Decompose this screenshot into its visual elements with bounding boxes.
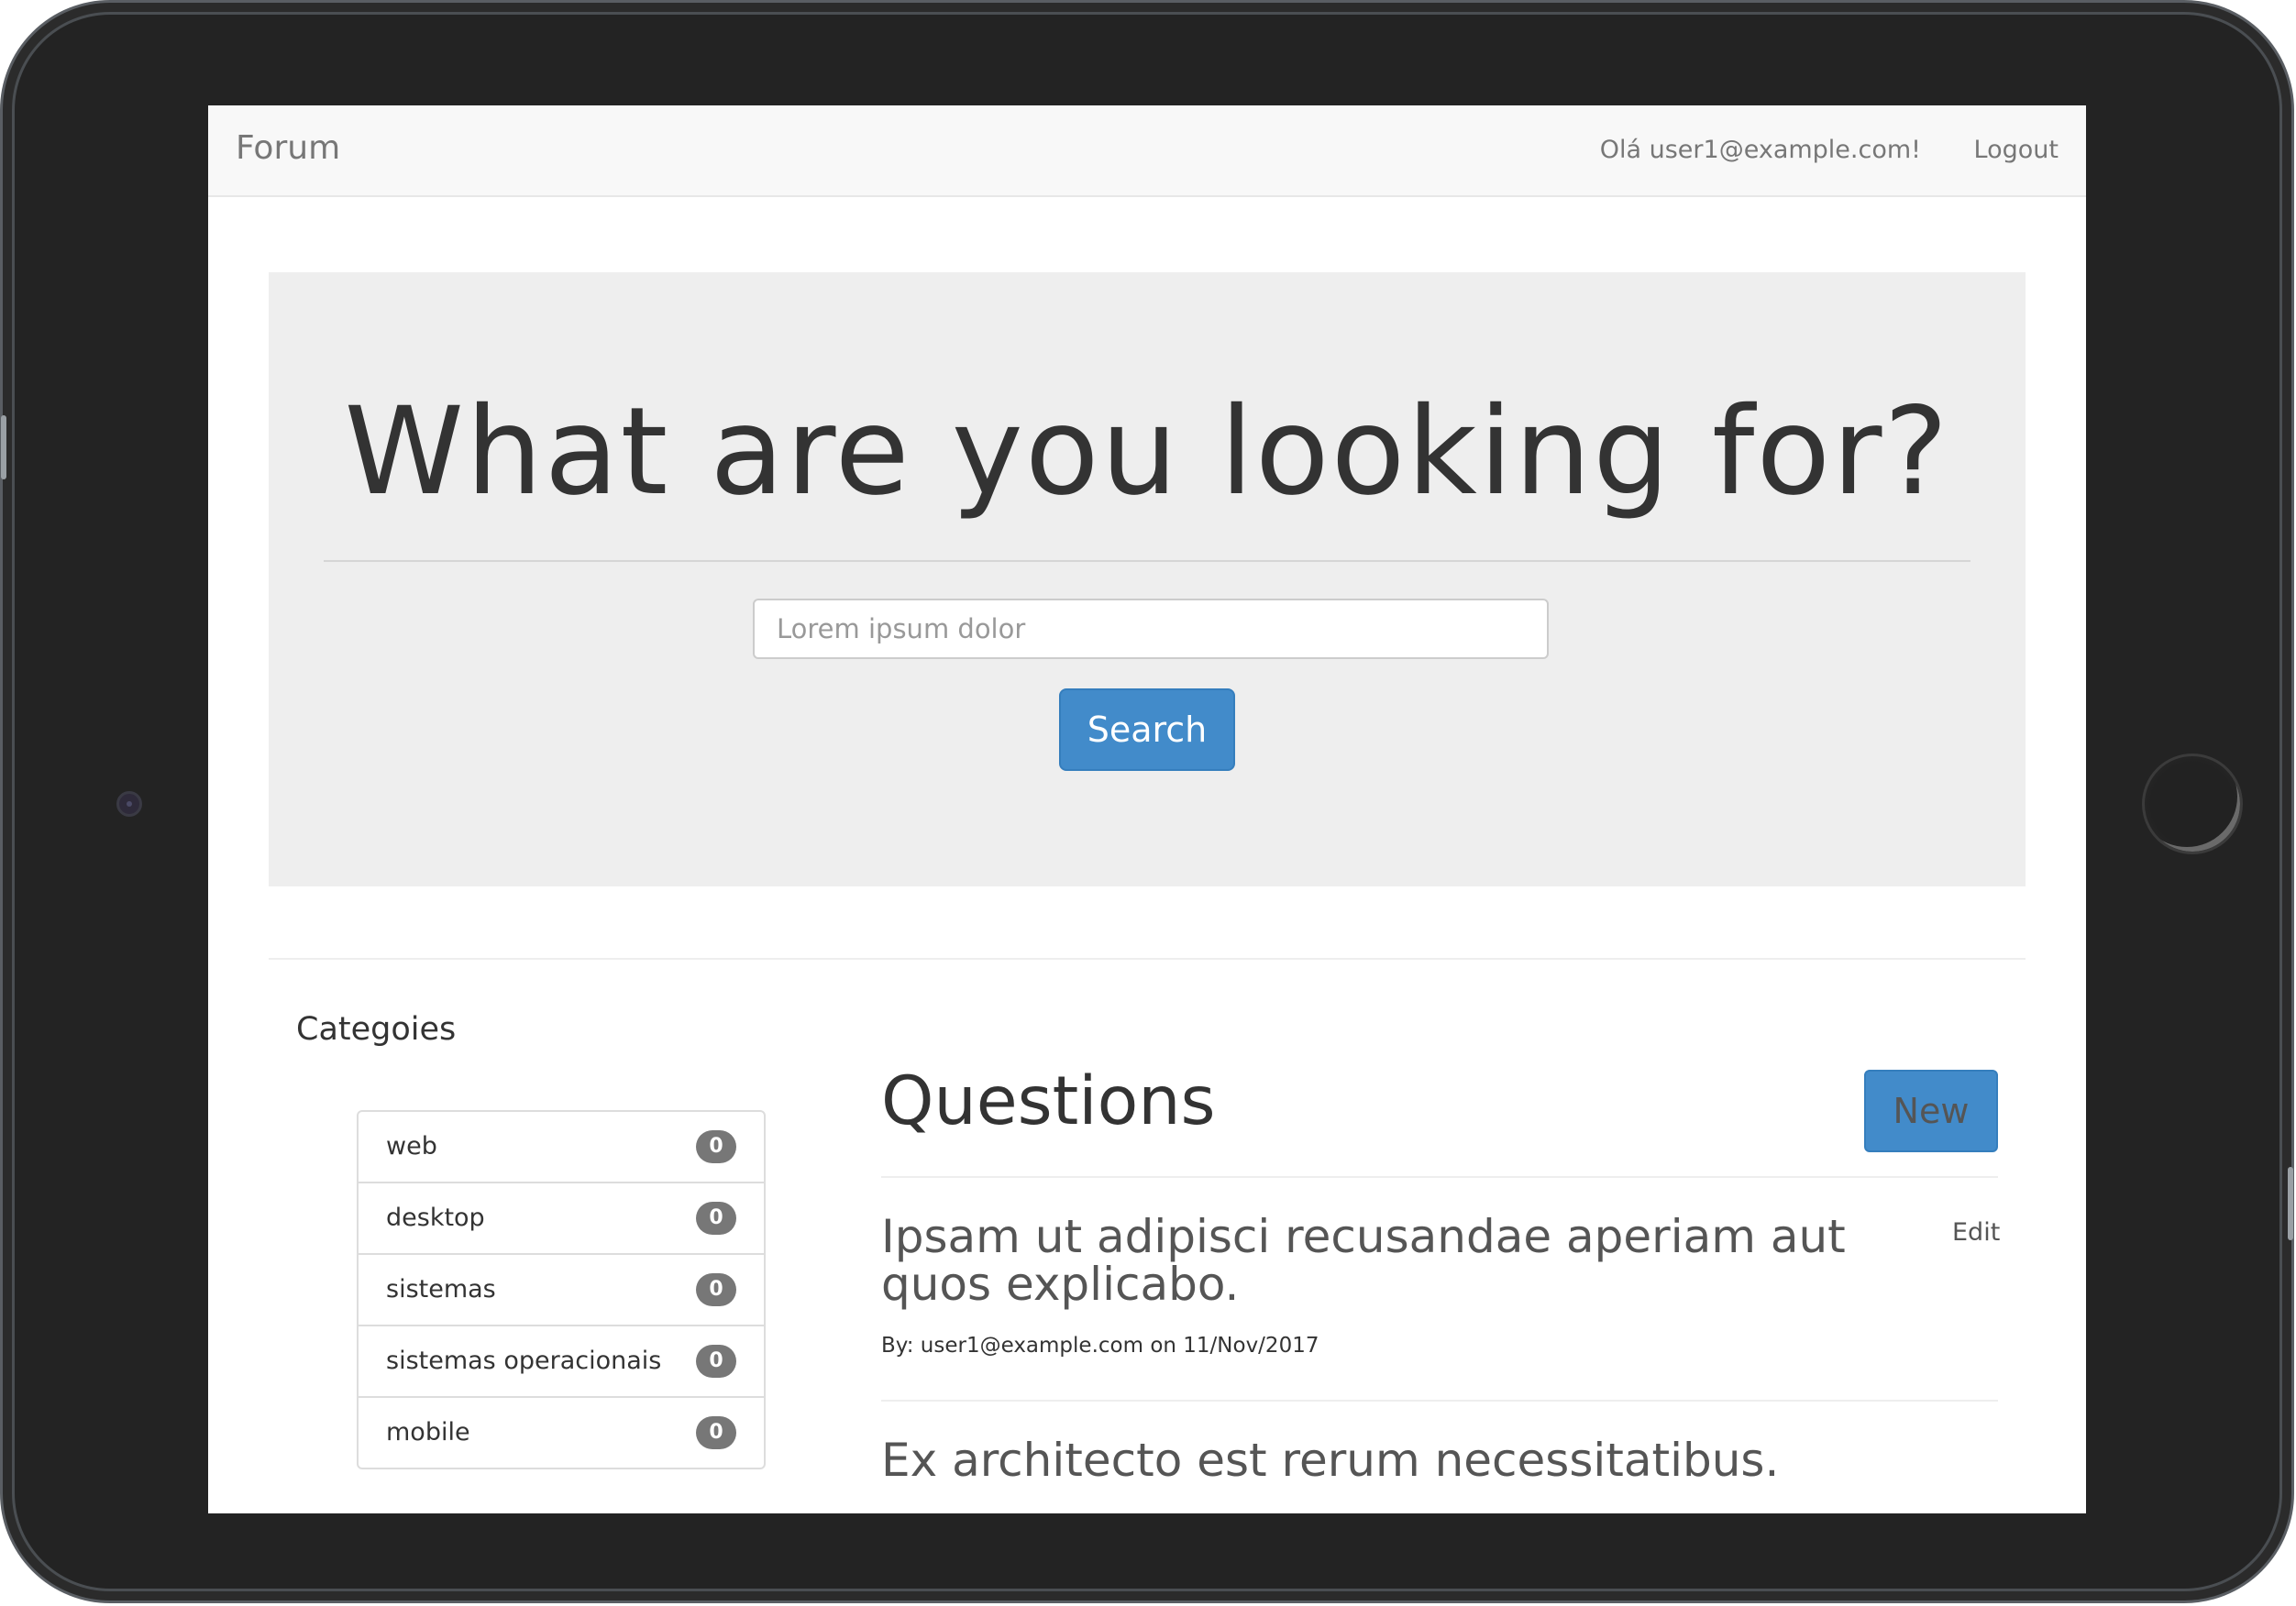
- front-camera-icon: [116, 791, 142, 817]
- tablet-frame: Forum Olá user1@example.com! Logout What…: [0, 0, 2294, 1603]
- category-count-badge: 0: [696, 1345, 736, 1378]
- category-label: desktop: [386, 1204, 485, 1232]
- category-item-web[interactable]: web 0: [359, 1112, 764, 1183]
- browser-screen: Forum Olá user1@example.com! Logout What…: [208, 105, 2086, 1513]
- question-divider: [881, 1400, 1998, 1402]
- question-meta: By: user1@example.com on 11/Nov/2017: [881, 1334, 1319, 1358]
- category-count-badge: 0: [696, 1130, 736, 1163]
- category-item-sistemas-operacionais[interactable]: sistemas operacionais 0: [359, 1326, 764, 1398]
- category-label: mobile: [386, 1418, 470, 1446]
- navbar-brand[interactable]: Forum: [236, 129, 340, 167]
- home-button-icon[interactable]: [2142, 754, 2243, 854]
- search-input[interactable]: [753, 599, 1549, 659]
- search-button[interactable]: Search: [1059, 688, 1235, 771]
- category-label: web: [386, 1132, 437, 1160]
- side-button-left: [1, 415, 6, 479]
- hero-title: What are you looking for?: [344, 381, 1950, 522]
- category-list: web 0 desktop 0 sistemas 0 sistemas oper…: [357, 1110, 766, 1469]
- category-item-desktop[interactable]: desktop 0: [359, 1183, 764, 1255]
- category-label: sistemas operacionais: [386, 1347, 662, 1375]
- section-divider: [269, 958, 2026, 960]
- navbar: Forum Olá user1@example.com! Logout: [208, 105, 2086, 197]
- questions-heading: Questions: [881, 1062, 1216, 1140]
- categories-heading: Categoies: [296, 1011, 457, 1048]
- category-item-sistemas[interactable]: sistemas 0: [359, 1255, 764, 1326]
- hero-divider: [324, 560, 1970, 562]
- edit-question-link[interactable]: Edit: [1952, 1218, 2000, 1247]
- category-count-badge: 0: [696, 1416, 736, 1449]
- user-greeting: Olá user1@example.com!: [1599, 136, 1921, 164]
- questions-divider: [881, 1176, 1998, 1178]
- logout-link[interactable]: Logout: [1974, 136, 2059, 164]
- category-count-badge: 0: [696, 1202, 736, 1235]
- question-title[interactable]: Ipsam ut adipisci recusandae aperiam aut…: [881, 1213, 1926, 1308]
- category-count-badge: 0: [696, 1273, 736, 1306]
- category-label: sistemas: [386, 1275, 496, 1304]
- new-question-button[interactable]: New: [1864, 1070, 1998, 1152]
- question-title[interactable]: Ex architecto est rerum necessitatibus.: [881, 1436, 1926, 1484]
- search-jumbotron: What are you looking for? Search: [269, 272, 2026, 886]
- category-item-mobile[interactable]: mobile 0: [359, 1398, 764, 1468]
- side-button-right: [2288, 1167, 2293, 1240]
